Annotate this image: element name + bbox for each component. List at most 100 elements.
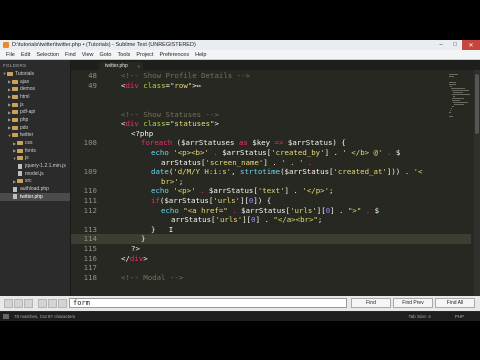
tree-folder[interactable]: ▼ js xyxy=(0,155,70,163)
code-text: </div> xyxy=(121,254,148,263)
code-text: br>'; xyxy=(161,177,183,186)
find-panel: form Find Find Prev Find All xyxy=(0,296,480,311)
find-button[interactable]: Find xyxy=(351,298,391,308)
tree-folder[interactable]: ▶ pdf-api xyxy=(0,108,70,116)
minimap[interactable] xyxy=(447,70,473,310)
status-message: 78 matches, Cut 87 characters xyxy=(14,314,76,319)
menu-item-file[interactable]: File xyxy=(6,52,15,58)
code-token: <!-- Show Profile Details --> xyxy=(121,71,251,81)
maximize-icon[interactable]: □ xyxy=(448,40,462,50)
menu-item-help[interactable]: Help xyxy=(195,52,206,58)
menu-item-tools[interactable]: Tools xyxy=(117,52,130,58)
code-line[interactable] xyxy=(71,100,471,110)
line-number: 118 xyxy=(83,272,97,282)
tree-folder[interactable]: ▶ js xyxy=(0,101,70,109)
tree-folder[interactable]: ▶ html xyxy=(0,93,70,101)
find-all-button[interactable]: Find All xyxy=(435,298,475,308)
minimap-line xyxy=(454,104,465,105)
code-token: ) { xyxy=(332,138,346,148)
tree-item-label: src xyxy=(25,178,32,185)
tree-item-label: css xyxy=(25,140,33,147)
tree-folder[interactable]: ▼ Tutorials xyxy=(0,70,70,78)
whole-word-toggle[interactable] xyxy=(24,299,33,308)
code-line[interactable]: 117 xyxy=(71,263,471,273)
code-token: arrStatus[ xyxy=(171,215,216,225)
case-sensitive-toggle[interactable] xyxy=(14,299,23,308)
window-controls: – □ ✕ xyxy=(434,40,480,50)
code-line[interactable]: 118 <!-- Modal --> xyxy=(71,273,471,283)
code-token: ] . xyxy=(330,205,348,215)
code-line[interactable]: echo '<p><b>' . $arrStatus['created_by']… xyxy=(71,148,471,158)
find-prev-button[interactable]: Find Prev xyxy=(393,298,433,308)
code-token: 'created_at' xyxy=(333,167,387,177)
tab-close-icon[interactable]: × xyxy=(137,64,140,69)
tab-size-indicator[interactable]: Tab Size: 4 xyxy=(408,314,430,319)
code-line[interactable]: arrStatus['urls'][0] . "</a><br>"; xyxy=(71,215,471,225)
highlight-matches-toggle[interactable] xyxy=(58,299,67,308)
code-line[interactable]: 108 foreach ($arrStatuses as $key => $arr… xyxy=(71,138,471,148)
status-bar: 78 matches, Cut 87 characters Tab Size: … xyxy=(0,312,480,321)
code-line[interactable]: 49 <div class="row">⇔ xyxy=(71,81,471,91)
code-line[interactable]: arrStatus['screen_name'] . ' . ' . xyxy=(71,157,471,167)
code-text: } xyxy=(141,234,145,243)
menu-item-find[interactable]: Find xyxy=(65,52,76,58)
wrap-toggle[interactable] xyxy=(38,299,47,308)
regex-toggle[interactable] xyxy=(4,299,13,308)
tab-twitter-php[interactable]: twitter.php × xyxy=(99,62,143,70)
code-line[interactable] xyxy=(71,90,471,100)
code-line[interactable]: <!-- Show Statuses --> xyxy=(71,109,471,119)
tree-folder[interactable]: ▶ fonts xyxy=(0,147,70,155)
tree-folder[interactable]: ▶ src xyxy=(0,178,70,186)
menu-item-goto[interactable]: Goto xyxy=(100,52,112,58)
tree-folder[interactable]: ▶ pdo xyxy=(0,124,70,132)
tree-item-label: js xyxy=(20,101,24,108)
code-line[interactable]: 110 echo '<p>' . $arrStatus['text'] . '</… xyxy=(71,186,471,196)
in-selection-toggle[interactable] xyxy=(48,299,57,308)
code-line[interactable]: 112 echo "<a href=" . $arrStatus['urls'][… xyxy=(71,205,471,215)
menu-item-selection[interactable]: Selection xyxy=(36,52,59,58)
minimap-line xyxy=(453,102,468,103)
code-editor[interactable]: 48 <!-- Show Profile Details --> 49 <div cl… xyxy=(71,70,471,310)
code-token: $ xyxy=(395,148,401,158)
panel-switcher-icon[interactable] xyxy=(3,314,9,319)
tree-folder[interactable]: ▼ twitter xyxy=(0,132,70,140)
tree-file[interactable]: twitter.php xyxy=(0,193,70,201)
folder-icon xyxy=(12,94,18,99)
code-line[interactable]: <div class="statuses"> xyxy=(71,119,471,129)
menu-item-edit[interactable]: Edit xyxy=(21,52,30,58)
line-number: 49 xyxy=(88,80,97,90)
menu-item-preferences[interactable]: Preferences xyxy=(159,52,189,58)
code-token: <?php xyxy=(131,128,154,138)
tree-folder[interactable]: ▶ demos xyxy=(0,85,70,93)
minimize-icon[interactable]: – xyxy=(434,40,448,50)
tree-item-label: model.js xyxy=(25,170,44,177)
menu-item-view[interactable]: View xyxy=(82,52,94,58)
code-line[interactable]: 111 if($arrStatus['urls'][0]) { xyxy=(71,196,471,206)
code-token: 'urls' xyxy=(290,205,317,215)
minimap-line xyxy=(450,110,451,111)
close-icon[interactable]: ✕ xyxy=(462,40,480,50)
code-line[interactable]: <?php xyxy=(71,129,471,139)
code-token: ( xyxy=(172,138,182,148)
code-line[interactable]: 115 ?> xyxy=(71,244,471,254)
syntax-indicator[interactable]: PHP xyxy=(455,314,464,319)
menu-item-project[interactable]: Project xyxy=(136,52,153,58)
tree-folder[interactable]: ▶ ajax xyxy=(0,78,70,86)
tree-file[interactable]: authload.php xyxy=(0,185,70,193)
code-line[interactable]: 109 date('d/M/Y H:i:s', strtotime($arrSta… xyxy=(71,167,471,177)
tab-label: twitter.php xyxy=(105,63,128,69)
vertical-scrollbar[interactable] xyxy=(474,70,480,310)
folder-icon xyxy=(12,87,18,92)
tree-folder[interactable]: ▶ css xyxy=(0,139,70,147)
minimap-line xyxy=(449,74,458,75)
tree-file[interactable]: jquery-1.2.1.min.js xyxy=(0,162,70,170)
find-input[interactable]: form xyxy=(69,298,347,308)
scrollbar-thumb[interactable] xyxy=(475,74,479,134)
code-line[interactable]: 114} xyxy=(71,234,471,244)
code-line[interactable]: br>'; xyxy=(71,177,471,187)
tree-folder[interactable]: ▶ php xyxy=(0,116,70,124)
code-line[interactable]: 116 </div> xyxy=(71,253,471,263)
tree-file[interactable]: model.js xyxy=(0,170,70,178)
code-line[interactable]: 113} I xyxy=(71,225,471,235)
code-line[interactable]: 48 <!-- Show Profile Details --> xyxy=(71,71,471,81)
